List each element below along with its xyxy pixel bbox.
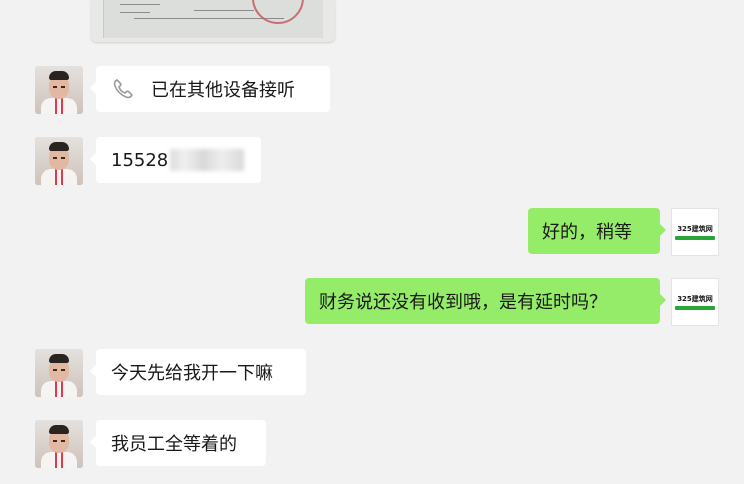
phone-icon xyxy=(113,79,133,99)
reply-ok-text: 好的，稍等 xyxy=(542,222,632,243)
phone-number-text: 15528 xyxy=(111,149,169,171)
message-text: 今天先给我开一下嘛 xyxy=(111,363,273,384)
message-text: 我员工全等着的 xyxy=(111,434,237,455)
contact-avatar[interactable] xyxy=(35,420,83,468)
phone-number-bubble[interactable]: 15528 xyxy=(90,137,261,183)
call-status-text: 已在其他设备接听 xyxy=(151,80,295,101)
contact-avatar[interactable] xyxy=(35,66,83,114)
logo-bar xyxy=(675,305,715,310)
document-photo xyxy=(103,0,323,38)
logo-bar xyxy=(675,235,715,240)
logo-text: 325建筑网 xyxy=(677,294,713,303)
contact-avatar[interactable] xyxy=(35,137,83,185)
reply-finance-bubble[interactable]: 财务说还没有收到哦，是有延时吗？ xyxy=(305,278,666,324)
self-avatar[interactable]: 325建筑网 xyxy=(671,278,719,326)
redaction-blur xyxy=(170,149,245,171)
reply-finance-text: 财务说还没有收到哦，是有延时吗？ xyxy=(319,292,607,313)
message-bubble[interactable]: 我员工全等着的 xyxy=(90,420,266,466)
chat-view: 已在其他设备接听 15528 好的，稍等 325建筑网 财务说还没有收到哦，是有… xyxy=(0,0,744,484)
image-message[interactable] xyxy=(91,0,335,42)
reply-ok-bubble[interactable]: 好的，稍等 xyxy=(528,208,666,254)
message-bubble[interactable]: 今天先给我开一下嘛 xyxy=(90,349,306,395)
call-status-bubble[interactable]: 已在其他设备接听 xyxy=(90,66,330,112)
contact-avatar[interactable] xyxy=(35,349,83,397)
stamp-seal xyxy=(252,0,304,24)
logo-text: 325建筑网 xyxy=(677,224,713,233)
self-avatar[interactable]: 325建筑网 xyxy=(671,208,719,256)
